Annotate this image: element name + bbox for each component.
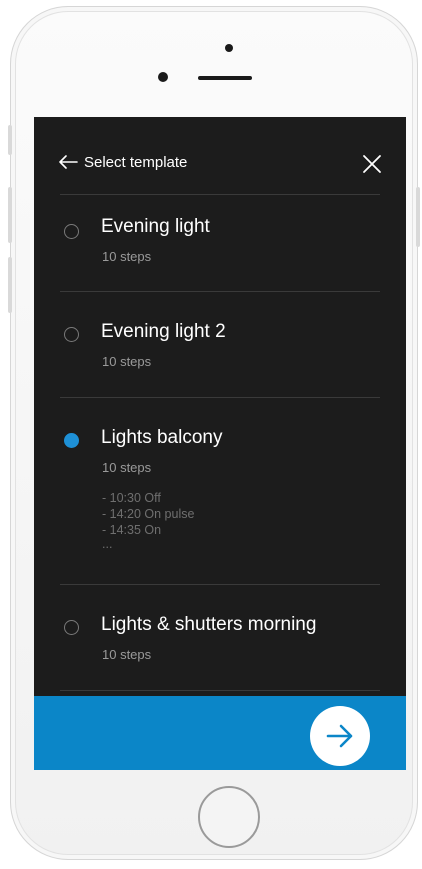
schedule-more: ...	[102, 537, 113, 551]
mute-switch	[8, 125, 12, 155]
arrow-right-icon	[326, 724, 353, 748]
schedule-step: - 14:20 On pulse	[102, 507, 195, 521]
footer-bar	[34, 696, 406, 770]
header: Select template	[34, 117, 406, 195]
template-steps: 10 steps	[102, 460, 152, 475]
next-button[interactable]	[310, 706, 370, 766]
close-icon	[363, 155, 381, 173]
close-button[interactable]	[362, 154, 382, 174]
arrow-left-icon	[59, 155, 78, 169]
volume-up-button	[8, 187, 12, 243]
template-item-lights-balcony[interactable]: Lights balcony 10 steps - 10:30 Off - 14…	[34, 398, 406, 584]
radio-button[interactable]	[64, 620, 79, 635]
app-screen: Select template Evening light 10 steps E…	[34, 117, 406, 770]
power-button	[416, 187, 420, 247]
schedule-step: - 10:30 Off	[102, 491, 161, 505]
volume-down-button	[8, 257, 12, 313]
template-title: Evening light 2	[101, 321, 226, 342]
template-steps: 10 steps	[102, 647, 152, 662]
template-item-evening-light[interactable]: Evening light 10 steps	[34, 195, 406, 291]
home-button[interactable]	[198, 786, 260, 848]
template-steps: 10 steps	[102, 249, 152, 264]
back-button[interactable]: Select template	[58, 152, 187, 172]
template-title: Lights & shutters morning	[101, 614, 317, 635]
radio-button[interactable]	[64, 327, 79, 342]
front-camera	[158, 72, 168, 82]
proximity-sensor	[225, 44, 233, 52]
radio-button[interactable]	[64, 224, 79, 239]
template-title: Evening light	[101, 216, 210, 237]
template-item-lights-shutters-morning[interactable]: Lights & shutters morning 10 steps	[34, 585, 406, 691]
template-title: Lights balcony	[101, 427, 223, 448]
page-title: Select template	[84, 153, 188, 171]
earpiece-speaker	[198, 76, 252, 80]
divider	[60, 690, 380, 691]
radio-button-selected[interactable]	[64, 433, 79, 448]
template-steps: 10 steps	[102, 354, 152, 369]
template-item-evening-light-2[interactable]: Evening light 2 10 steps	[34, 292, 406, 398]
